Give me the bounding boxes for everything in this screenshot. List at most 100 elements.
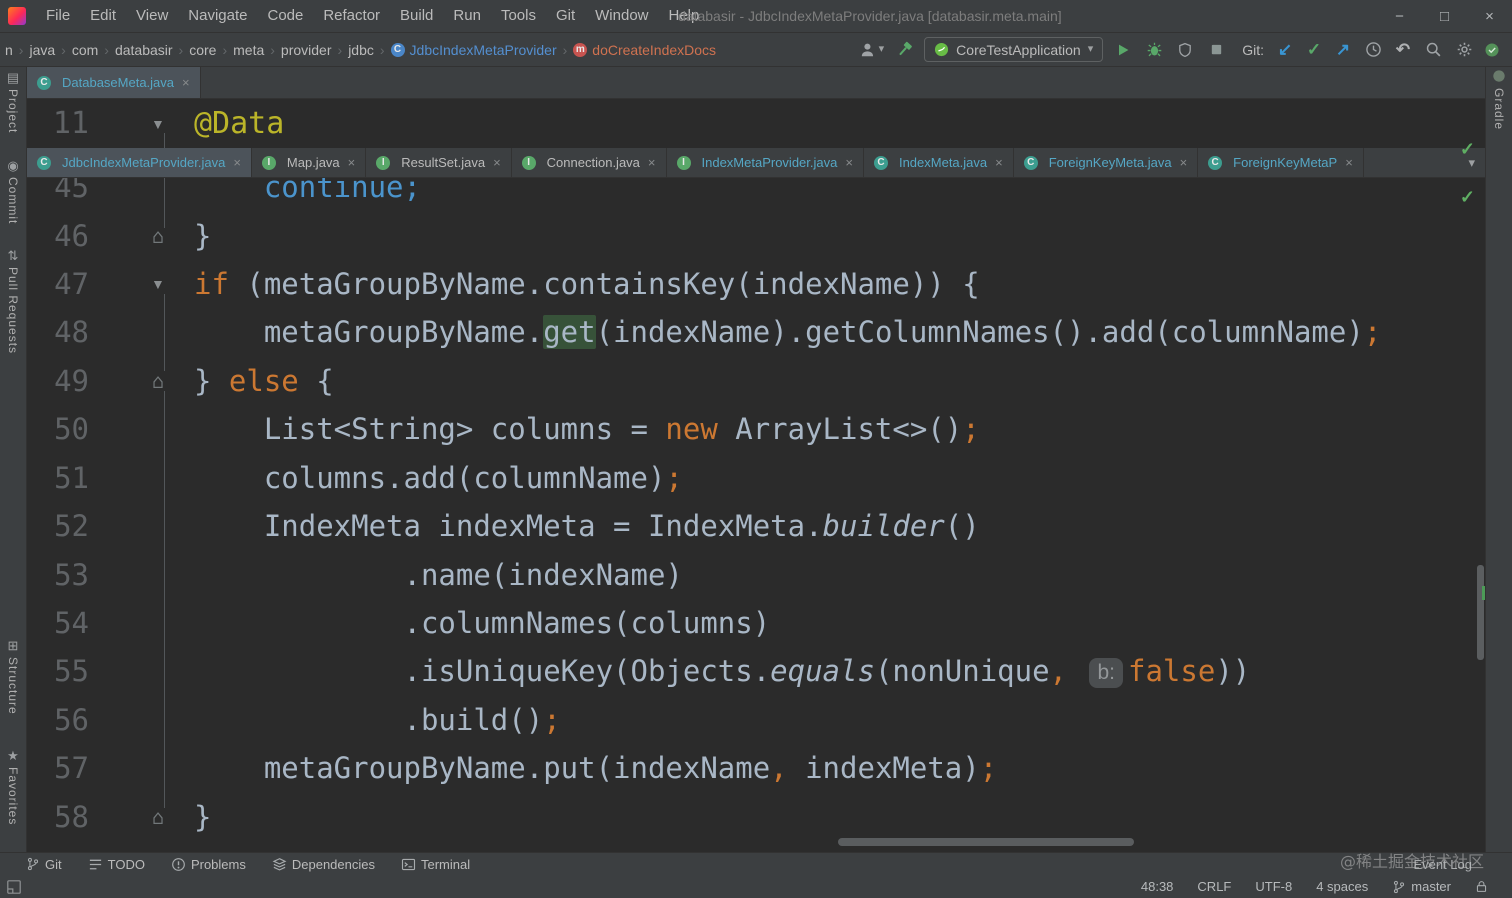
- interface-icon: I: [521, 155, 536, 170]
- breadcrumb-label: core: [189, 41, 217, 58]
- code-token: else: [228, 363, 299, 398]
- fold-expand-icon[interactable]: ⌂: [145, 371, 171, 391]
- tab-indexmeta-java[interactable]: C IndexMeta.java ×: [864, 148, 1014, 177]
- close-icon[interactable]: ×: [648, 155, 656, 170]
- code-token: }: [194, 363, 229, 398]
- tab-jdbcindexmetaprovider-java[interactable]: C JdbcIndexMetaProvider.java ×: [27, 148, 252, 177]
- close-icon[interactable]: ×: [182, 75, 190, 90]
- toolwindow-button-git[interactable]: Git: [26, 857, 62, 872]
- close-icon[interactable]: ×: [233, 155, 241, 170]
- code-text: .build();: [194, 703, 561, 737]
- fold-column: [89, 502, 194, 550]
- menu-view[interactable]: View: [126, 0, 178, 32]
- code-line: 51 columns.add(columnName);: [27, 454, 1485, 502]
- fold-collapse-icon[interactable]: ▾: [145, 273, 171, 295]
- menu-edit[interactable]: Edit: [80, 0, 126, 32]
- push-button[interactable]: ↗: [1333, 40, 1353, 60]
- stripe-label: Gradle: [1492, 88, 1506, 131]
- minimize-button[interactable]: −: [1377, 0, 1422, 32]
- code-with-me-users-button[interactable]: ▾: [859, 41, 884, 59]
- toolwindow-button-terminal[interactable]: Terminal: [401, 857, 470, 872]
- fold-expand-icon[interactable]: ⌂: [145, 807, 171, 827]
- tab-map-java[interactable]: I Map.java ×: [252, 148, 367, 177]
- tab-indexmetaprovider-java[interactable]: I IndexMetaProvider.java ×: [667, 148, 864, 177]
- breadcrumb-item-jdbc[interactable]: jdbc: [345, 42, 377, 58]
- line-separator[interactable]: CRLF: [1197, 879, 1231, 894]
- menu-code[interactable]: Code: [257, 0, 313, 32]
- fold-expand-icon[interactable]: ⌂: [145, 226, 171, 246]
- stripe-item-favorites[interactable]: ★ Favorites: [0, 749, 26, 825]
- run-configuration-select[interactable]: CoreTestApplication ▾: [924, 37, 1104, 62]
- code-token: (metaGroupByName.containsKey(indexName))…: [228, 267, 980, 302]
- tab-resultset-java[interactable]: I ResultSet.java ×: [366, 148, 512, 177]
- bug-icon: [1146, 41, 1163, 58]
- breadcrumb-item-java[interactable]: java: [26, 42, 58, 58]
- fold-collapse-icon[interactable]: ▾: [145, 113, 171, 134]
- code-token: ;: [1363, 315, 1382, 350]
- tool-windows-toggle-icon[interactable]: [6, 879, 22, 895]
- tab-connection-java[interactable]: I Connection.java ×: [512, 148, 667, 177]
- close-icon[interactable]: ×: [348, 155, 356, 170]
- code-line: 50 List<String> columns = new ArrayList<…: [27, 405, 1485, 453]
- stripe-item-project[interactable]: ▤ Project: [0, 71, 26, 133]
- menu-refactor[interactable]: Refactor: [313, 0, 390, 32]
- menu-file[interactable]: File: [36, 0, 80, 32]
- update-project-button[interactable]: ↙: [1275, 40, 1295, 60]
- menu-navigate[interactable]: Navigate: [178, 0, 257, 32]
- maximize-button[interactable]: □: [1422, 0, 1467, 32]
- file-encoding[interactable]: UTF-8: [1255, 879, 1292, 894]
- caret-position[interactable]: 48:38: [1141, 879, 1174, 894]
- close-icon[interactable]: ×: [1345, 155, 1353, 170]
- tab-label: Map.java: [286, 155, 340, 170]
- breadcrumb-label: JdbcIndexMetaProvider: [409, 41, 557, 58]
- stripe-item-structure[interactable]: ⊞ Structure: [0, 639, 26, 715]
- stripe-item-pull-requests[interactable]: ⇅ Pull Requests: [0, 249, 26, 354]
- tab-databasemeta-java[interactable]: C DatabaseMeta.java ×: [27, 67, 201, 98]
- indent-size[interactable]: 4 spaces: [1316, 879, 1368, 894]
- breadcrumb-item-n[interactable]: n: [2, 42, 16, 58]
- stripe-item-commit[interactable]: ◉ Commit: [0, 159, 26, 224]
- breadcrumb-item-meta[interactable]: meta: [230, 42, 267, 58]
- menu-window[interactable]: Window: [585, 0, 658, 32]
- breadcrumb-item-databasir[interactable]: databasir: [112, 42, 176, 58]
- stop-button[interactable]: [1205, 39, 1227, 61]
- close-icon[interactable]: ×: [1180, 155, 1188, 170]
- close-icon[interactable]: ×: [995, 155, 1003, 170]
- close-icon[interactable]: ×: [493, 155, 501, 170]
- close-button[interactable]: ×: [1467, 0, 1512, 32]
- toolwindow-button-dependencies[interactable]: Dependencies: [272, 857, 375, 872]
- menu-git[interactable]: Git: [546, 0, 585, 32]
- tab-foreignkeymeta-java[interactable]: C ForeignKeyMeta.java ×: [1014, 148, 1199, 177]
- git-branch-widget[interactable]: master: [1392, 879, 1451, 894]
- tab-foreignkeymetap[interactable]: C ForeignKeyMetaP ×: [1198, 148, 1364, 177]
- run-with-coverage-button[interactable]: [1174, 39, 1196, 61]
- code-editor[interactable]: 45 continue; 46 ⌂} 47 ▾ if (metaGroupByName.c…: [27, 178, 1485, 852]
- build-project-button[interactable]: [893, 39, 915, 61]
- search-everywhere-button[interactable]: [1422, 39, 1444, 61]
- close-icon[interactable]: ×: [845, 155, 853, 170]
- update-icon: ↙: [1277, 39, 1293, 59]
- breadcrumb-item-jdbcindexmetaprovider[interactable]: C JdbcIndexMetaProvider: [388, 42, 560, 58]
- history-button[interactable]: [1362, 39, 1384, 61]
- vertical-scrollbar[interactable]: [1477, 565, 1484, 660]
- horizontal-scrollbar[interactable]: [838, 838, 1134, 846]
- top-editor[interactable]: 11 ▾ @Data ✓: [27, 99, 1485, 159]
- breadcrumb-item-docreateindexdocs[interactable]: m doCreateIndexDocs: [570, 42, 719, 58]
- toolwindow-button-todo[interactable]: TODO: [88, 857, 145, 872]
- inspections-ok-icon[interactable]: ✓: [1460, 139, 1475, 160]
- breadcrumb-item-core[interactable]: core: [186, 42, 219, 58]
- inspections-ok-icon[interactable]: ✓: [1460, 187, 1475, 208]
- commit-button[interactable]: ✓: [1304, 40, 1324, 60]
- menu-run[interactable]: Run: [443, 0, 491, 32]
- menu-build[interactable]: Build: [390, 0, 443, 32]
- rollback-button[interactable]: ↶: [1393, 40, 1413, 60]
- menu-tools[interactable]: Tools: [491, 0, 546, 32]
- run-button[interactable]: [1112, 39, 1134, 61]
- stripe-item-gradle[interactable]: Gradle: [1486, 69, 1512, 130]
- debug-button[interactable]: [1143, 39, 1165, 61]
- settings-button[interactable]: [1453, 39, 1475, 61]
- line-number: 48: [54, 315, 89, 350]
- breadcrumb-item-provider[interactable]: provider: [278, 42, 335, 58]
- toolwindow-button-problems[interactable]: Problems: [171, 857, 246, 872]
- breadcrumb-item-com[interactable]: com: [69, 42, 101, 58]
